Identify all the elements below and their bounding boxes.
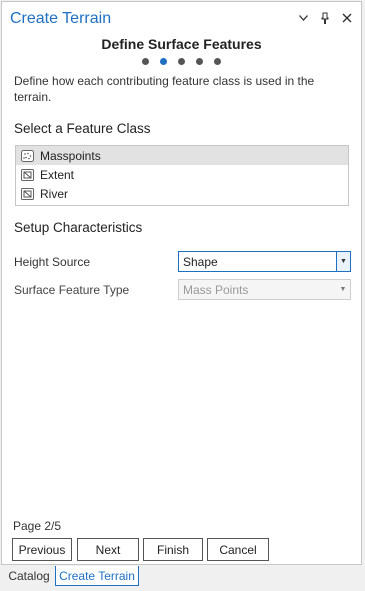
tab-catalog[interactable]: Catalog <box>4 566 54 586</box>
tab-create-terrain[interactable]: Create Terrain <box>55 566 139 586</box>
step-dot-active <box>160 58 167 65</box>
cancel-button[interactable]: Cancel <box>207 538 269 561</box>
pane-controls <box>297 11 353 25</box>
surface-feature-type-label: Surface Feature Type <box>14 283 130 297</box>
height-source-select[interactable]: Shape ▼ <box>178 251 351 272</box>
masspoints-icon <box>21 149 34 162</box>
feature-class-list[interactable]: Masspoints Extent River <box>15 145 349 206</box>
previous-button[interactable]: Previous <box>12 538 72 561</box>
step-dot <box>214 58 221 65</box>
finish-button[interactable]: Finish <box>143 538 203 561</box>
next-button[interactable]: Next <box>77 538 139 561</box>
polygon-icon <box>21 168 34 181</box>
close-icon[interactable] <box>341 11 353 25</box>
height-source-label: Height Source <box>14 255 91 269</box>
step-dot <box>196 58 203 65</box>
step-dot <box>178 58 185 65</box>
setup-heading: Setup Characteristics <box>14 220 143 235</box>
chevron-down-icon[interactable] <box>297 11 309 25</box>
polygon-icon <box>21 187 34 200</box>
feature-class-heading: Select a Feature Class <box>14 121 151 136</box>
create-terrain-pane: Create Terrain Define Surface Features D… <box>1 1 362 565</box>
chevron-down-icon: ▼ <box>339 286 347 293</box>
pane-title: Create Terrain <box>10 10 112 27</box>
surface-feature-type-value: Mass Points <box>183 283 249 297</box>
pane-tabs: Catalog Create Terrain <box>0 566 365 586</box>
step-title: Define Surface Features <box>101 36 262 52</box>
list-item-label: Masspoints <box>40 148 101 163</box>
list-item-masspoints[interactable]: Masspoints <box>16 146 348 165</box>
surface-feature-type-select: Mass Points ▼ <box>178 279 351 300</box>
step-description: Define how each contributing feature cla… <box>14 74 315 104</box>
pane-title-bar: Create Terrain <box>2 2 361 36</box>
pin-icon[interactable] <box>319 11 331 25</box>
step-indicator <box>2 58 361 65</box>
list-item-label: River <box>40 186 69 201</box>
height-source-value: Shape <box>183 255 218 269</box>
step-dot <box>142 58 149 65</box>
list-item-label: Extent <box>40 167 75 182</box>
list-item-extent[interactable]: Extent <box>16 165 348 184</box>
page-indicator: Page 2/5 <box>13 519 62 533</box>
chevron-down-icon[interactable]: ▼ <box>336 252 350 271</box>
list-item-river[interactable]: River <box>16 184 348 203</box>
